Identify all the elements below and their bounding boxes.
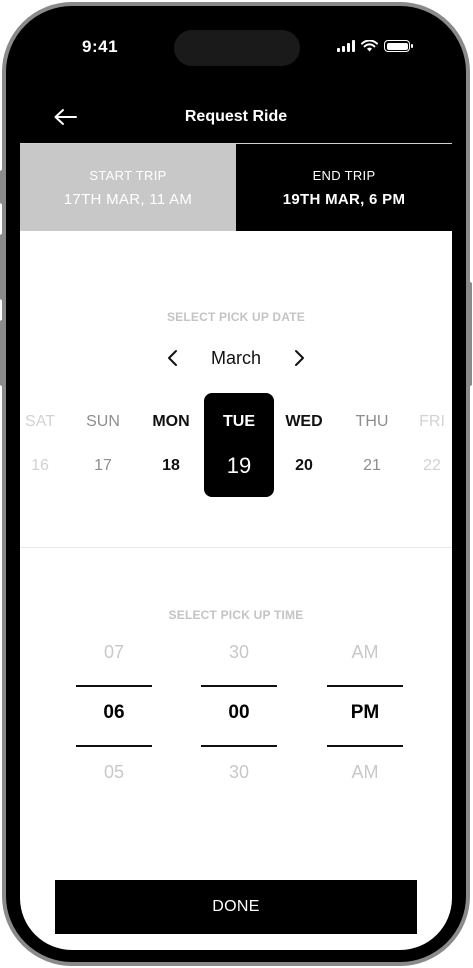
cellular-signal-icon — [337, 40, 355, 52]
day-name: WED — [285, 413, 323, 430]
status-icons — [337, 40, 413, 52]
battery-icon — [384, 40, 413, 52]
day-wed[interactable]: WED 20 — [269, 393, 339, 497]
hour-prev: 07 — [103, 642, 125, 662]
period-current: PM — [350, 702, 380, 723]
minute-selection-line-top — [201, 685, 277, 687]
month-name: March — [210, 348, 261, 368]
day-tue-selected[interactable]: TUE 19 — [204, 393, 274, 497]
day-sun[interactable]: SUN 17 — [68, 393, 138, 497]
day-number: 22 — [423, 457, 441, 474]
day-sat[interactable]: SAT 16 — [20, 393, 75, 497]
trip-tabs: START TRIP 17TH MAR, 11 AM END TRIP 19TH… — [20, 143, 452, 231]
minute-prev: 30 — [228, 642, 250, 662]
day-name: SAT — [25, 413, 55, 430]
done-button[interactable]: DONE — [55, 880, 417, 934]
page-title: Request Ride — [184, 108, 288, 125]
tab-start-trip[interactable]: START TRIP 17TH MAR, 11 AM — [20, 144, 236, 231]
dynamic-island — [174, 30, 300, 66]
end-trip-label: END TRIP — [312, 167, 376, 183]
day-fri[interactable]: FRI 22 — [397, 393, 452, 497]
day-name: FRI — [419, 413, 445, 430]
day-strip: SAT 16 SUN 17 MON 18 TUE 19 WED 20 THU 2… — [20, 393, 452, 497]
month-selector: March — [20, 343, 452, 373]
wifi-icon — [361, 40, 378, 52]
day-name: TUE — [223, 413, 255, 430]
header: Request Ride — [20, 98, 452, 142]
period-next: AM — [351, 762, 379, 782]
time-section-label: SELECT PICK UP TIME — [168, 608, 304, 622]
day-number: 18 — [162, 457, 180, 474]
hour-wheel[interactable]: 07 06 05 — [76, 636, 152, 786]
picker-content: SELECT PICK UP DATE March SAT 16 SUN 17 … — [20, 231, 452, 950]
hour-current: 06 — [103, 702, 125, 723]
period-selection-line-bottom — [327, 745, 403, 747]
day-number: 17 — [94, 457, 112, 474]
end-trip-value: 19TH MAR, 6 PM — [282, 190, 406, 208]
status-bar: 9:41 — [20, 18, 452, 78]
day-name: MON — [152, 413, 190, 430]
tab-end-trip[interactable]: END TRIP 19TH MAR, 6 PM — [236, 144, 452, 231]
start-trip-value: 17TH MAR, 11 AM — [63, 190, 193, 208]
day-mon[interactable]: MON 18 — [136, 393, 206, 497]
period-wheel[interactable]: AM PM AM — [327, 636, 403, 786]
start-trip-label: START TRIP — [89, 167, 167, 183]
day-name: SUN — [86, 413, 120, 430]
day-number: 20 — [295, 457, 313, 474]
period-prev: AM — [351, 642, 379, 662]
chevron-right-icon[interactable] — [290, 349, 308, 367]
hour-next: 05 — [103, 762, 125, 782]
minute-current: 00 — [228, 702, 250, 723]
period-selection-line-top — [327, 685, 403, 687]
phone-screen: 9:41 Request Ride START TRIP 17TH MAR, 1… — [20, 18, 452, 950]
minute-next: 30 — [228, 762, 250, 782]
minute-selection-line-bottom — [201, 745, 277, 747]
minute-wheel[interactable]: 30 00 30 — [201, 636, 277, 786]
status-time: 9:41 — [82, 37, 119, 56]
date-section-label: SELECT PICK UP DATE — [166, 310, 306, 324]
day-number: 19 — [226, 453, 252, 478]
hour-selection-line-bottom — [76, 745, 152, 747]
day-number: 16 — [31, 457, 49, 474]
hour-selection-line-top — [76, 685, 152, 687]
section-divider — [20, 547, 452, 548]
